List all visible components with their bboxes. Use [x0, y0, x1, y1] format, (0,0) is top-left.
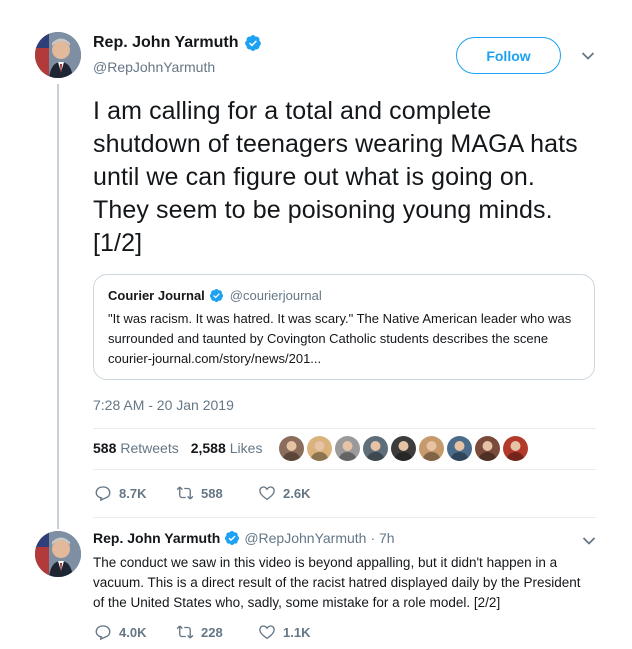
likers-avatars — [279, 436, 528, 461]
reply-tweet-text: The conduct we saw in this video is beyo… — [93, 555, 581, 610]
divider — [93, 469, 596, 470]
thread-connector-line — [57, 84, 59, 529]
avatar[interactable] — [35, 32, 81, 78]
reply-button[interactable]: 8.7K — [93, 484, 175, 502]
retweets-stat[interactable]: 588 Retweets — [93, 440, 179, 456]
liker-avatar[interactable] — [475, 436, 500, 461]
retweet-count: 228 — [201, 624, 223, 640]
divider — [93, 428, 596, 429]
author-line: Rep. John Yarmuth — [93, 34, 262, 52]
liker-avatar[interactable] — [391, 436, 416, 461]
tweet-text: I am calling for a total and complete sh… — [93, 97, 578, 257]
divider — [93, 517, 596, 518]
author-handle[interactable]: @RepJohnYarmuth — [93, 59, 215, 75]
like-icon — [259, 625, 275, 640]
liker-avatar[interactable] — [447, 436, 472, 461]
reply-tweet-actions: 4.0K 228 1.1K — [93, 623, 339, 641]
liker-avatar[interactable] — [307, 436, 332, 461]
liker-avatar[interactable] — [363, 436, 388, 461]
liker-avatar[interactable] — [335, 436, 360, 461]
reply-author-handle[interactable]: @RepJohnYarmuth — [244, 530, 366, 546]
tweet-timestamp[interactable]: 7:28 AM - 20 Jan 2019 — [93, 397, 234, 413]
author-name[interactable]: Rep. John Yarmuth — [93, 34, 239, 52]
tweet-actions: 8.7K 588 2.6K — [93, 484, 339, 502]
like-button[interactable]: 2.6K — [257, 484, 339, 502]
reply-count: 4.0K — [119, 624, 147, 640]
avatar[interactable] — [35, 531, 81, 577]
reply-time[interactable]: · 7h — [370, 530, 394, 546]
reply-icon — [95, 486, 111, 502]
retweet-icon — [176, 486, 194, 500]
retweet-count: 588 — [201, 485, 223, 501]
reply-button[interactable]: 4.0K — [93, 623, 175, 641]
verified-badge-icon — [244, 35, 261, 51]
liker-avatar[interactable] — [419, 436, 444, 461]
follow-button[interactable]: Follow — [456, 37, 561, 74]
reply-icon — [95, 625, 111, 641]
like-button[interactable]: 1.1K — [257, 623, 339, 641]
liker-avatar[interactable] — [279, 436, 304, 461]
likes-stat[interactable]: 2,588 Likes — [191, 440, 263, 456]
like-count: 2.6K — [283, 485, 311, 501]
reply-author-name[interactable]: Rep. John Yarmuth — [93, 530, 220, 546]
likes-count: 2,588 — [190, 440, 226, 456]
quoted-author-handle: @courierjournal — [229, 288, 322, 303]
quoted-author-name: Courier Journal — [108, 288, 205, 303]
tweet-stats: 588 Retweets 2,588 Likes — [93, 440, 274, 456]
reply-count: 8.7K — [119, 485, 147, 501]
likes-label: Likes — [229, 440, 263, 456]
like-count: 1.1K — [283, 624, 311, 640]
retweets-label: Retweets — [120, 440, 179, 456]
reply-author-line: Rep. John Yarmuth @RepJohnYarmuth · 7h — [93, 530, 395, 546]
retweet-button[interactable]: 588 — [175, 484, 257, 502]
like-icon — [259, 486, 275, 501]
retweet-icon — [176, 625, 194, 639]
retweets-count: 588 — [93, 440, 117, 456]
retweet-button[interactable]: 228 — [175, 623, 257, 641]
quoted-tweet-text: "It was racism. It was hatred. It was sc… — [108, 311, 572, 366]
chevron-down-icon[interactable] — [582, 536, 596, 546]
quoted-tweet-card[interactable]: Courier Journal @courierjournal "It was … — [93, 274, 595, 380]
verified-badge-icon — [225, 531, 240, 545]
liker-avatar[interactable] — [503, 436, 528, 461]
chevron-down-icon[interactable] — [581, 51, 595, 61]
verified-badge-icon — [209, 288, 223, 303]
quoted-tweet-header: Courier Journal @courierjournal — [108, 288, 580, 303]
